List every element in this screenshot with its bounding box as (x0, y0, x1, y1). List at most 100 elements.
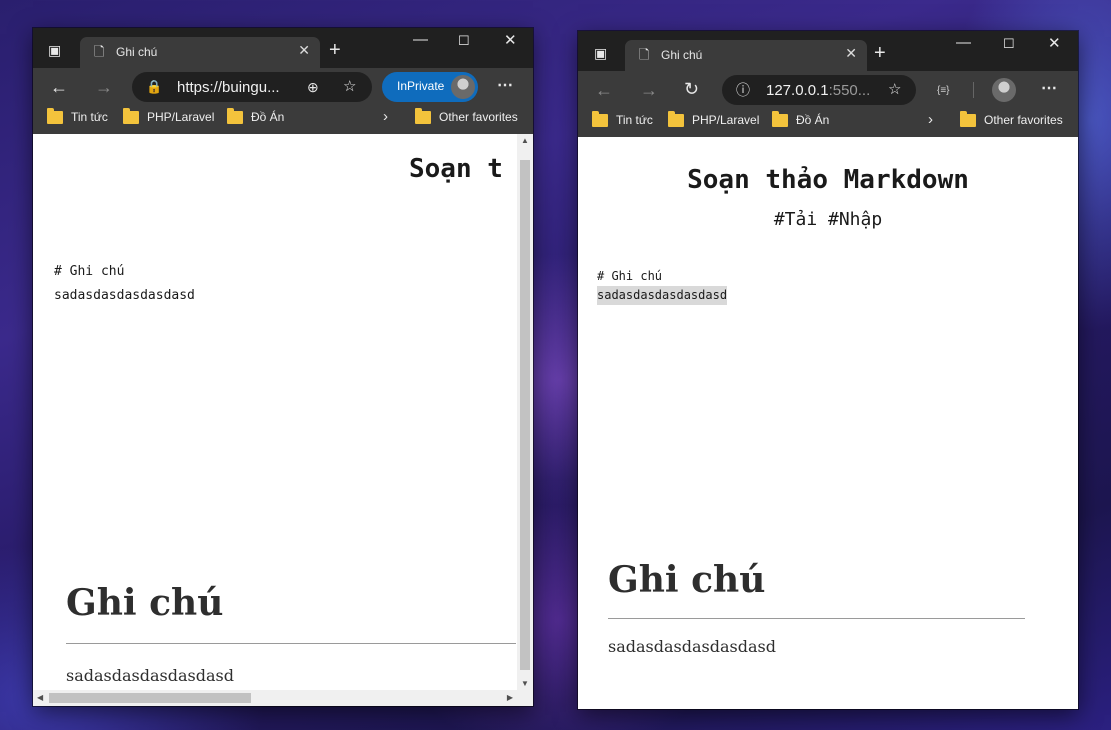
plus-icon[interactable]: + (329, 40, 341, 60)
profile-avatar[interactable] (992, 78, 1016, 102)
preview-title: Ghi chú (66, 582, 224, 624)
folder-icon (47, 107, 63, 124)
zoom-icon[interactable]: ⊕ (307, 77, 319, 97)
editor-line: # Ghi chú (54, 264, 125, 279)
preview-text: sadasdasdasdasdasd (608, 637, 776, 656)
close-tab-icon[interactable]: ✕ (298, 42, 310, 59)
forward-arrow-icon[interactable]: → (640, 80, 658, 100)
url-host: 127.0.0.1 (766, 82, 829, 99)
editor-line: # Ghi chú (597, 269, 663, 283)
minimize-icon[interactable]: — (956, 33, 971, 53)
tab-actions-icon[interactable]: ▣ (48, 40, 61, 60)
folder-icon (415, 107, 431, 124)
star-add-icon[interactable]: ☆ (343, 77, 356, 97)
inprivate-button[interactable]: InPrivate (382, 72, 478, 102)
folder-icon (123, 107, 139, 124)
scrollbar-thumb[interactable] (520, 160, 530, 670)
plus-icon[interactable]: + (874, 43, 886, 63)
preview-text: sadasdasdasdasdasd (66, 666, 234, 685)
tab-ghi-chu[interactable]: 🗋 Ghi chú ✕ (80, 37, 320, 68)
address-bar[interactable]: 🔒 https://buingu... ⊕ ☆ (132, 72, 372, 102)
other-favorites[interactable]: Other favorites (415, 107, 518, 126)
bookmark-label: Đồ Án (251, 110, 285, 124)
page-icon: 🗋 (94, 44, 105, 59)
preview-divider (608, 618, 1025, 619)
right-browser-window: ▣ 🗋 Ghi chú ✕ + — ☐ ✕ ← → ↻ ⓘ 127.0.0.1:… (578, 31, 1078, 709)
markdown-editor[interactable]: # Ghi chú sadasdasdasdasdasd (54, 260, 195, 308)
forward-arrow-icon[interactable]: → (95, 77, 113, 97)
preview-divider (66, 643, 516, 644)
minimize-icon[interactable]: — (413, 30, 428, 50)
scroll-down-icon[interactable]: ▼ (521, 679, 529, 688)
folder-icon (227, 107, 243, 124)
page-links[interactable]: #Tải #Nhập (578, 209, 1078, 230)
bookmark-php-laravel[interactable]: PHP/Laravel (123, 107, 215, 126)
close-window-icon[interactable]: ✕ (1048, 34, 1061, 54)
scrollbar-thumb[interactable] (49, 693, 251, 703)
lock-icon[interactable]: 🔒 (146, 77, 162, 97)
maximize-icon[interactable]: ☐ (1003, 34, 1015, 54)
folder-icon (668, 110, 684, 127)
left-browser-window: ▣ 🗋 Ghi chú ✕ + — ☐ ✕ ← → 🔒 https://buin… (33, 28, 533, 706)
info-icon[interactable]: ⓘ (736, 80, 750, 100)
bookmark-do-an[interactable]: Đồ Án (227, 107, 285, 126)
more-icon[interactable]: ⋯ (1041, 79, 1057, 99)
vertical-scrollbar[interactable]: ▲ ▼ (517, 134, 533, 690)
close-window-icon[interactable]: ✕ (504, 31, 517, 51)
editor-line-selected: sadasdasdasdasdasd (597, 286, 728, 305)
tab-strip: ▣ 🗋 Ghi chú ✕ + — ☐ ✕ (33, 28, 533, 68)
tab-title: Ghi chú (661, 48, 703, 62)
tab-ghi-chu[interactable]: 🗋 Ghi chú ✕ (625, 40, 867, 71)
page-content: Soạn t # Ghi chú sadasdasdasdasdasd Ghi … (33, 134, 517, 690)
bookmark-label: Đồ Án (796, 113, 830, 127)
toolbar: ← → ↻ ⓘ 127.0.0.1:550... ☆ {≡} ⋯ Tin tức… (578, 71, 1078, 137)
scroll-up-icon[interactable]: ▲ (521, 136, 529, 145)
other-favorites-label: Other favorites (984, 113, 1063, 127)
scroll-left-icon[interactable]: ◀ (37, 693, 43, 702)
page-content: Soạn thảo Markdown #Tải #Nhập # Ghi chú … (578, 137, 1078, 709)
bookmark-label: Tin tức (616, 113, 653, 127)
chevron-right-icon[interactable]: › (383, 107, 388, 127)
address-bar[interactable]: ⓘ 127.0.0.1:550... ☆ (722, 75, 916, 105)
bookmark-label: PHP/Laravel (147, 110, 215, 124)
code-extension-icon[interactable]: {≡} (937, 81, 950, 101)
star-add-icon[interactable]: ☆ (888, 80, 901, 100)
bookmark-tin-tuc[interactable]: Tin tức (47, 107, 108, 126)
back-arrow-icon[interactable]: ← (595, 80, 613, 100)
bookmark-label: Tin tức (71, 110, 108, 124)
refresh-icon[interactable]: ↻ (684, 79, 699, 99)
profile-avatar (451, 75, 475, 99)
url-text: https://buingu... (177, 79, 280, 96)
preview-title: Ghi chú (608, 559, 766, 601)
toolbar-separator (973, 82, 974, 98)
url-text: 127.0.0.1:550... (766, 82, 870, 99)
folder-icon (772, 110, 788, 127)
bookmark-label: PHP/Laravel (692, 113, 760, 127)
page-icon: 🗋 (639, 47, 650, 62)
bookmark-tin-tuc[interactable]: Tin tức (592, 110, 653, 129)
other-favorites-label: Other favorites (439, 110, 518, 124)
horizontal-scrollbar[interactable]: ◀ ▶ (33, 690, 517, 706)
tab-title: Ghi chú (116, 45, 158, 59)
scrollbar-corner (517, 690, 533, 706)
page-heading: Soạn t (409, 154, 503, 184)
folder-icon (592, 110, 608, 127)
chevron-right-icon[interactable]: › (928, 110, 933, 130)
close-tab-icon[interactable]: ✕ (845, 45, 857, 62)
scroll-right-icon[interactable]: ▶ (507, 693, 513, 702)
maximize-icon[interactable]: ☐ (458, 31, 470, 51)
other-favorites[interactable]: Other favorites (960, 110, 1063, 129)
folder-icon (960, 110, 976, 127)
back-arrow-icon[interactable]: ← (50, 77, 68, 97)
toolbar: ← → 🔒 https://buingu... ⊕ ☆ InPrivate ⋯ … (33, 68, 533, 134)
editor-line: sadasdasdasdasdasd (54, 288, 195, 303)
tab-strip: ▣ 🗋 Ghi chú ✕ + — ☐ ✕ (578, 31, 1078, 71)
bookmark-php-laravel[interactable]: PHP/Laravel (668, 110, 760, 129)
tab-actions-icon[interactable]: ▣ (594, 43, 607, 63)
more-icon[interactable]: ⋯ (497, 76, 513, 96)
page-heading: Soạn thảo Markdown (687, 165, 969, 195)
inprivate-label: InPrivate (397, 79, 445, 93)
markdown-editor[interactable]: # Ghi chú sadasdasdasdasdasd (597, 267, 728, 305)
url-rest: :550... (828, 82, 871, 99)
bookmark-do-an[interactable]: Đồ Án (772, 110, 830, 129)
